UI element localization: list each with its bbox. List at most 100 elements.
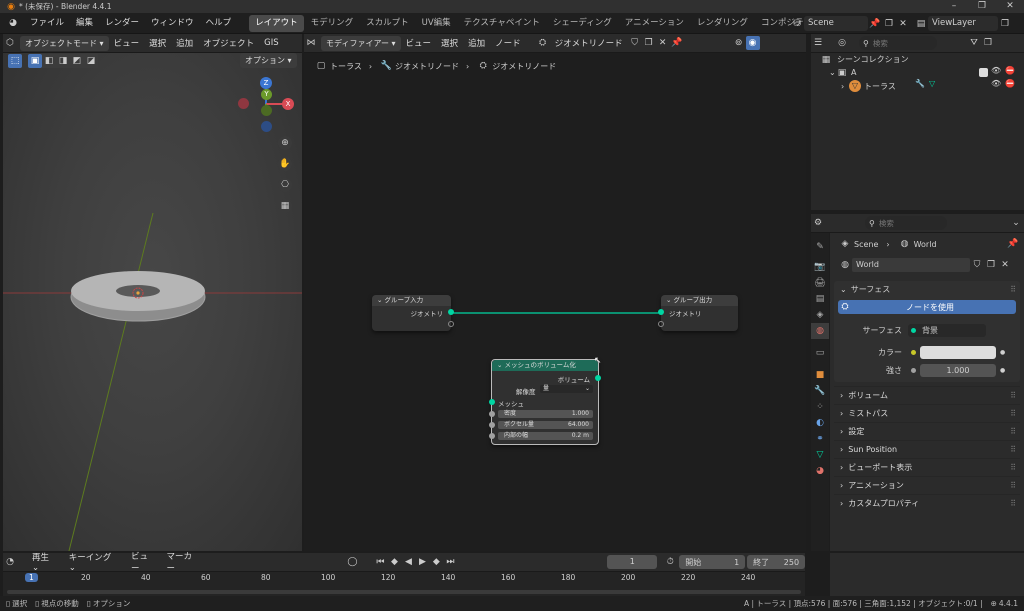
menu-edit[interactable]: 編集	[70, 13, 99, 34]
volume-output-socket[interactable]	[595, 375, 601, 381]
play-icon[interactable]: ▶	[415, 555, 429, 569]
tab-layout[interactable]: レイアウト	[249, 14, 304, 32]
keyframe-dot-icon[interactable]: ●	[1000, 349, 1005, 356]
scene-name[interactable]: Scene	[804, 16, 868, 31]
camera-view-icon[interactable]: ⎔	[278, 178, 292, 192]
use-nodes-button[interactable]: ⛭ ノードを使用	[838, 300, 1016, 314]
interior-band-field[interactable]: 内部の幅 0.2 m	[498, 432, 593, 440]
scene-tab-icon[interactable]: ◈	[811, 307, 829, 323]
viewport-menu-add[interactable]: 追加	[171, 37, 198, 49]
panel-header[interactable]: › ビューポート表示 ⠿	[834, 458, 1020, 476]
camera-render-icon[interactable]: ⛔	[1005, 66, 1015, 75]
restore-button[interactable]: ❐	[968, 0, 996, 13]
interior-band-socket[interactable]	[489, 433, 495, 439]
blender-menu-icon[interactable]: ◕	[6, 16, 20, 30]
render-tab-icon[interactable]: 📷	[811, 259, 829, 275]
zoom-icon[interactable]: ⊕	[278, 136, 292, 150]
group-output-node[interactable]: ⌄ グループ出力 ジオメトリ	[658, 295, 738, 331]
prev-keyframe-icon[interactable]: ◆	[387, 555, 401, 569]
output-tab-icon[interactable]: 🖨	[811, 275, 829, 291]
geometry-input-socket[interactable]	[658, 309, 664, 315]
node-header[interactable]: ⌄ メッシュのボリューム化	[492, 360, 598, 371]
modifier-tab-icon[interactable]: 🔧	[811, 383, 829, 399]
duplicate-tree-icon[interactable]: ❐	[642, 36, 656, 50]
tab-texture-paint[interactable]: テクスチャペイント	[458, 15, 546, 32]
stopwatch-icon[interactable]: ⏱	[663, 555, 677, 569]
outliner-item-torus[interactable]: › ▽ トーラス 🔧 ▽ 👁 ⛔	[811, 79, 1024, 93]
expand-arrow-icon[interactable]: ⌄	[829, 68, 837, 77]
editor-type-node-icon[interactable]: ⋈	[304, 36, 318, 50]
duplicate-icon[interactable]: ❐	[984, 258, 998, 272]
view-layer-tab-icon[interactable]: ▤	[811, 291, 829, 307]
scene-selector[interactable]: ⛁ Scene 📌 ❐ ✕	[790, 15, 910, 32]
close-button[interactable]: ✕	[996, 0, 1024, 13]
menu-window[interactable]: ウィンドウ	[145, 13, 200, 34]
surface-panel-header[interactable]: ⌄ サーフェス ⠿	[834, 281, 1020, 298]
outliner-search[interactable]: ⚲ 検索	[859, 36, 937, 50]
timeline-track[interactable]: 1 20 40 60 80 100 120 140 160 180 200 220 240	[3, 572, 805, 596]
drag-handle-icon[interactable]: ⠿	[1010, 285, 1016, 294]
density-socket[interactable]	[489, 411, 495, 417]
include-checkbox[interactable]	[979, 68, 988, 77]
fake-user-shield-icon[interactable]: ⛉	[970, 258, 984, 272]
material-tab-icon[interactable]: ◕	[811, 463, 829, 479]
gizmo-neg-z[interactable]	[261, 121, 272, 132]
mesh-input-socket[interactable]	[489, 399, 495, 405]
properties-search[interactable]: ⚲ 検索	[865, 216, 947, 230]
viewlayer-name[interactable]: ViewLayer	[928, 16, 998, 31]
tab-shading[interactable]: シェーディング	[547, 15, 618, 32]
node-header[interactable]: ⌄ グループ入力	[372, 295, 451, 306]
menu-help[interactable]: ヘルプ	[200, 13, 238, 34]
outliner-item-a[interactable]: ⌄ ▣ A 👁 ⛔	[811, 66, 1024, 79]
snap-icon[interactable]: ◉	[745, 36, 760, 50]
panel-header[interactable]: › カスタムプロパティ ⠿	[834, 494, 1020, 512]
mesh-to-volume-node[interactable]: ⌄ メッシュのボリューム化 ボリューム 解像度 量 ⌄ メッシュ 密度 1.000 …	[489, 359, 601, 445]
current-frame-marker[interactable]: 1	[25, 573, 38, 582]
unlink-tree-icon[interactable]: ✕	[656, 36, 670, 50]
navigation-gizmo[interactable]: Z X Y	[238, 77, 298, 137]
gizmo-neg-y[interactable]	[261, 105, 272, 116]
panel-header[interactable]: › Sun Position ⠿	[834, 440, 1020, 458]
geometry-output-socket[interactable]	[448, 309, 454, 315]
world-tab-icon[interactable]: ◍	[811, 323, 829, 339]
pin-tree-icon[interactable]: 📌	[670, 36, 684, 50]
filter-icon[interactable]: ⛛	[967, 36, 981, 50]
gizmo-x-axis[interactable]: X	[282, 98, 294, 110]
node-menu-view[interactable]: ビュー	[401, 37, 437, 49]
new-scene-icon[interactable]: ❐	[882, 17, 896, 31]
drag-handle-icon[interactable]: ⠿	[1010, 441, 1016, 459]
viewport-menu-gis[interactable]: GIS	[259, 38, 284, 48]
modifier-wrench-icon[interactable]: 🔧	[915, 79, 925, 88]
end-frame-field[interactable]: 終了 250	[747, 555, 806, 569]
constraints-tab-icon[interactable]: ⚭	[811, 431, 829, 447]
voxel-amount-field[interactable]: ボクセル量 64.000	[498, 421, 593, 429]
gizmo-y-axis[interactable]: Y	[261, 89, 272, 100]
resolution-dropdown[interactable]: 量 ⌄	[540, 385, 593, 393]
drag-handle-icon[interactable]: ⠿	[1010, 477, 1016, 495]
new-viewlayer-icon[interactable]: ❐	[998, 17, 1012, 31]
empty-input-socket[interactable]	[658, 321, 664, 327]
collection-tab-icon[interactable]: ▭	[811, 345, 829, 361]
tab-sculpt[interactable]: スカルプト	[360, 15, 415, 32]
menu-file[interactable]: ファイル	[24, 13, 70, 34]
camera-render-icon[interactable]: ⛔	[1005, 79, 1015, 88]
world-browse-icon[interactable]: ◍	[838, 258, 852, 272]
drag-handle-icon[interactable]: ⠿	[1010, 387, 1016, 405]
jump-end-icon[interactable]: ⏭	[443, 555, 457, 569]
keyframe-dot-icon[interactable]: ●	[1000, 367, 1005, 374]
particles-tab-icon[interactable]: ⁘	[811, 399, 829, 415]
drag-handle-icon[interactable]: ⠿	[1010, 405, 1016, 423]
editor-type-3d-icon[interactable]: ⬡	[3, 36, 17, 50]
jump-start-icon[interactable]: ⏮	[373, 555, 387, 569]
frame-ruler[interactable]: 1 20 40 60 80 100 120 140 160 180 200 220 240	[3, 572, 805, 584]
drag-handle-icon[interactable]: ⠿	[1010, 423, 1016, 441]
tab-uv[interactable]: UV編集	[416, 15, 457, 32]
voxel-amount-socket[interactable]	[489, 422, 495, 428]
timeline-menu-marker[interactable]: マーカー	[162, 550, 206, 574]
data-tab-icon[interactable]: ▽	[811, 447, 829, 463]
playback-menu[interactable]: 再生 ⌄	[27, 551, 64, 573]
next-keyframe-icon[interactable]: ◆	[429, 555, 443, 569]
node-editor-canvas[interactable]: ▢ トーラス › 🔧 ジオメトリノード › ⛭ ジオメトリノード ⌄ グループ入…	[304, 53, 806, 551]
mode-dropdown[interactable]: オブジェクトモード ▾	[20, 35, 109, 51]
tool-tab-icon[interactable]: ✎	[811, 239, 829, 255]
